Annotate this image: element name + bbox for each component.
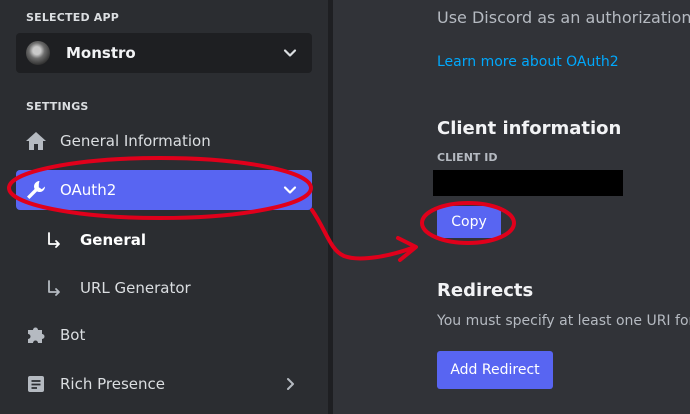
sidebar-item-oauth2[interactable]: OAuth2 [16,170,312,210]
sidebar: SELECTED APP Monstro SETTINGS General In… [0,0,328,414]
client-id-label: CLIENT ID [437,151,498,164]
sidebar-item-rich-presence[interactable]: Rich Presence [16,364,312,404]
sidebar-item-label: General Information [60,132,211,150]
main-content: Use Discord as an authorization Learn mo… [333,0,690,414]
client-information-heading: Client information [437,118,622,139]
sidebar-item-label: OAuth2 [60,181,117,199]
puzzle-icon [24,323,48,347]
wrench-icon [24,178,48,202]
copy-button[interactable]: Copy [437,206,501,238]
chevron-right-icon [278,372,302,396]
learn-more-link[interactable]: Learn more about OAuth2 [437,54,619,70]
document-icon [24,372,48,396]
sidebar-item-label: Bot [60,326,86,344]
add-redirect-button[interactable]: Add Redirect [437,351,553,389]
selected-app-label: SELECTED APP [26,11,120,24]
chevron-down-icon [278,178,302,202]
sidebar-subitem-general[interactable]: General [40,222,312,258]
sidebar-subitem-label: General [80,231,146,249]
sidebar-subitem-label: URL Generator [80,279,191,297]
app-avatar [26,41,50,65]
settings-label: SETTINGS [26,100,89,113]
client-id-redacted [433,170,623,196]
sidebar-item-general-information[interactable]: General Information [16,121,312,161]
sidebar-item-bot[interactable]: Bot [16,315,312,355]
redirects-description: You must specify at least one URI for [437,313,690,329]
sidebar-item-label: Rich Presence [60,375,165,393]
sub-arrow-icon [44,230,64,250]
chevron-down-icon [278,41,302,65]
sidebar-subitem-url-generator[interactable]: URL Generator [40,270,312,306]
home-icon [24,129,48,153]
sub-arrow-icon [44,278,64,298]
app-selector[interactable]: Monstro [16,33,312,73]
intro-text: Use Discord as an authorization [437,8,690,27]
redirects-heading: Redirects [437,280,534,301]
app-name: Monstro [66,44,136,62]
